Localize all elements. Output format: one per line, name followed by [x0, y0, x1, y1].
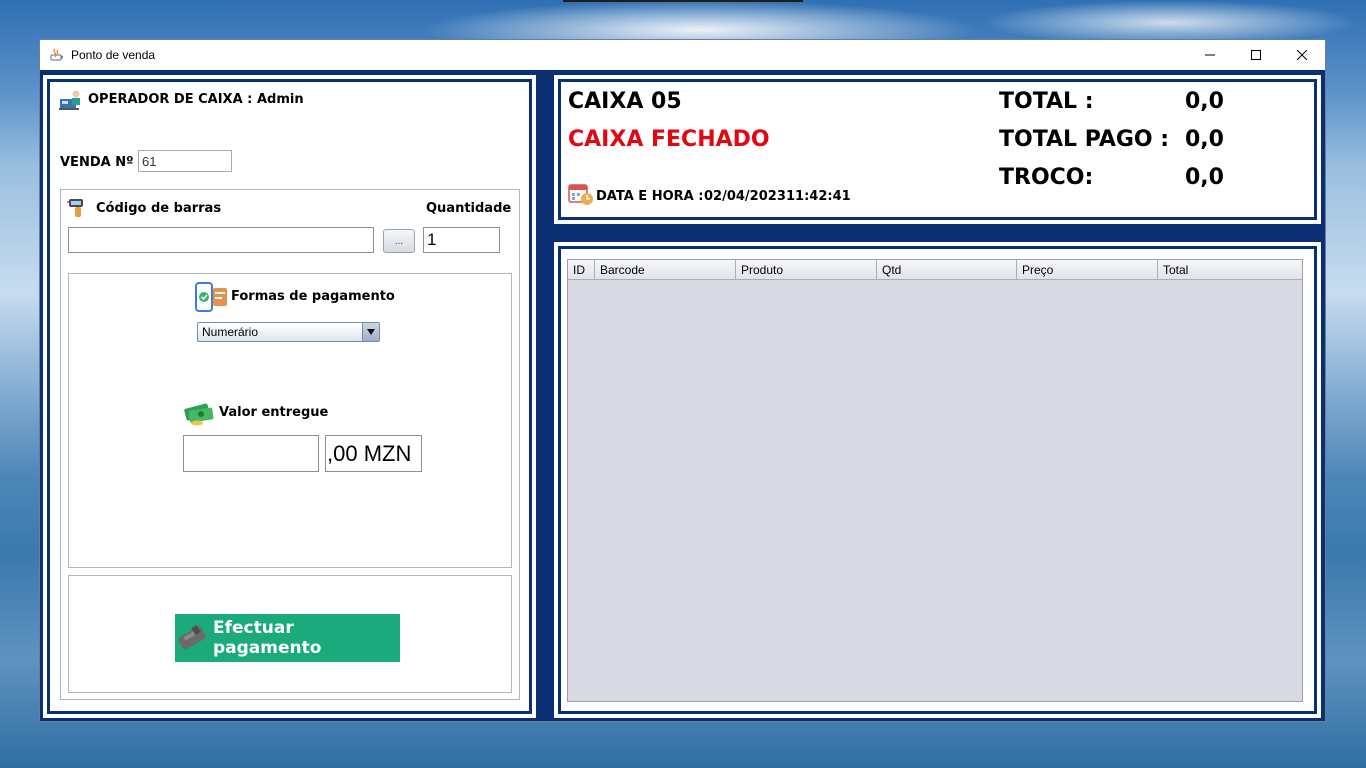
pay-button-label: Efectuar pagamento — [213, 618, 322, 658]
card-terminal-icon — [175, 623, 209, 653]
payment-group: Formas de pagamento Numerário Valor entr… — [68, 273, 512, 568]
register-status: CAIXA FECHADO — [568, 127, 770, 152]
title-bar[interactable]: Ponto de venda — [40, 40, 1325, 70]
sale-number-value: 61 — [142, 153, 157, 169]
change-value: 0,0 — [1185, 165, 1224, 190]
column-header-barcode[interactable]: Barcode — [595, 260, 736, 279]
quantity-value: 1 — [427, 230, 437, 249]
product-entry-group: Código de barras Quantidade ... 1 Formas… — [60, 189, 520, 700]
operator-label: OPERADOR DE CAIXA : — [88, 92, 253, 107]
browse-product-button[interactable]: ... — [383, 229, 415, 253]
java-app-icon — [49, 47, 65, 63]
column-header-produto[interactable]: Produto — [736, 260, 877, 279]
date-value: 02/04/2023 — [704, 189, 786, 204]
sale-number-field[interactable]: 61 — [138, 150, 232, 172]
amount-input[interactable] — [183, 435, 319, 472]
quantity-input[interactable]: 1 — [423, 227, 500, 253]
money-icon — [183, 400, 217, 430]
payment-method-selected: Numerário — [202, 325, 259, 339]
pay-button-group: Efectuar pagamento — [68, 575, 512, 693]
column-header-qtd[interactable]: Qtd — [877, 260, 1017, 279]
column-header-preco[interactable]: Preço — [1017, 260, 1158, 279]
amount-currency-suffix: ,00 MZN — [327, 440, 412, 466]
close-button[interactable] — [1279, 40, 1325, 70]
column-header-total[interactable]: Total — [1158, 260, 1302, 279]
payment-method-select[interactable]: Numerário — [197, 322, 380, 342]
datetime-label: DATA E HORA : — [596, 189, 704, 204]
barcode-input[interactable] — [68, 227, 374, 253]
window-title: Ponto de venda — [71, 48, 156, 62]
total-paid-label: TOTAL PAGO : — [999, 127, 1170, 152]
total-value: 0,0 — [1185, 89, 1224, 114]
total-paid-value: 0,0 — [1185, 127, 1224, 152]
minimize-button[interactable] — [1187, 40, 1233, 70]
quantity-label: Quantidade — [426, 201, 512, 216]
browse-button-label: ... — [394, 235, 404, 247]
amount-currency-field: ,00 MZN — [325, 435, 422, 472]
calendar-clock-icon — [568, 182, 594, 210]
items-panel: ID Barcode Produto Qtd Preço Total — [554, 242, 1321, 718]
operator-name: Admin — [257, 92, 304, 107]
table-header: ID Barcode Produto Qtd Preço Total — [568, 260, 1302, 280]
close-icon — [1297, 50, 1307, 60]
time-value: 11:42:41 — [786, 189, 851, 204]
pay-button[interactable]: Efectuar pagamento — [175, 614, 400, 662]
sale-number-label: VENDA Nº — [60, 155, 134, 170]
minimize-icon — [1205, 54, 1215, 56]
barcode-label: Código de barras — [96, 201, 222, 216]
summary-panel: CAIXA 05 CAIXA FECHADO DATA E HORA : 02/… — [554, 75, 1321, 224]
barcode-scanner-icon — [67, 196, 91, 224]
column-header-id[interactable]: ID — [568, 260, 595, 279]
total-label: TOTAL : — [999, 89, 1094, 114]
items-table[interactable]: ID Barcode Produto Qtd Preço Total — [567, 259, 1303, 702]
amount-label: Valor entregue — [219, 405, 329, 420]
mobile-payment-icon — [195, 282, 229, 316]
maximize-icon — [1251, 50, 1261, 60]
cashier-icon — [59, 89, 83, 115]
left-panel: OPERADOR DE CAIXA : Admin VENDA Nº 61 Có… — [43, 75, 536, 718]
change-label: TROCO: — [999, 165, 1094, 190]
register-name: CAIXA 05 — [568, 89, 682, 114]
maximize-button[interactable] — [1233, 40, 1279, 70]
chevron-down-icon — [362, 323, 379, 341]
pos-window: Ponto de venda OPERADOR DE CAIXA: Admin… — [39, 39, 1326, 722]
payment-methods-label: Formas de pagamento — [231, 289, 395, 304]
